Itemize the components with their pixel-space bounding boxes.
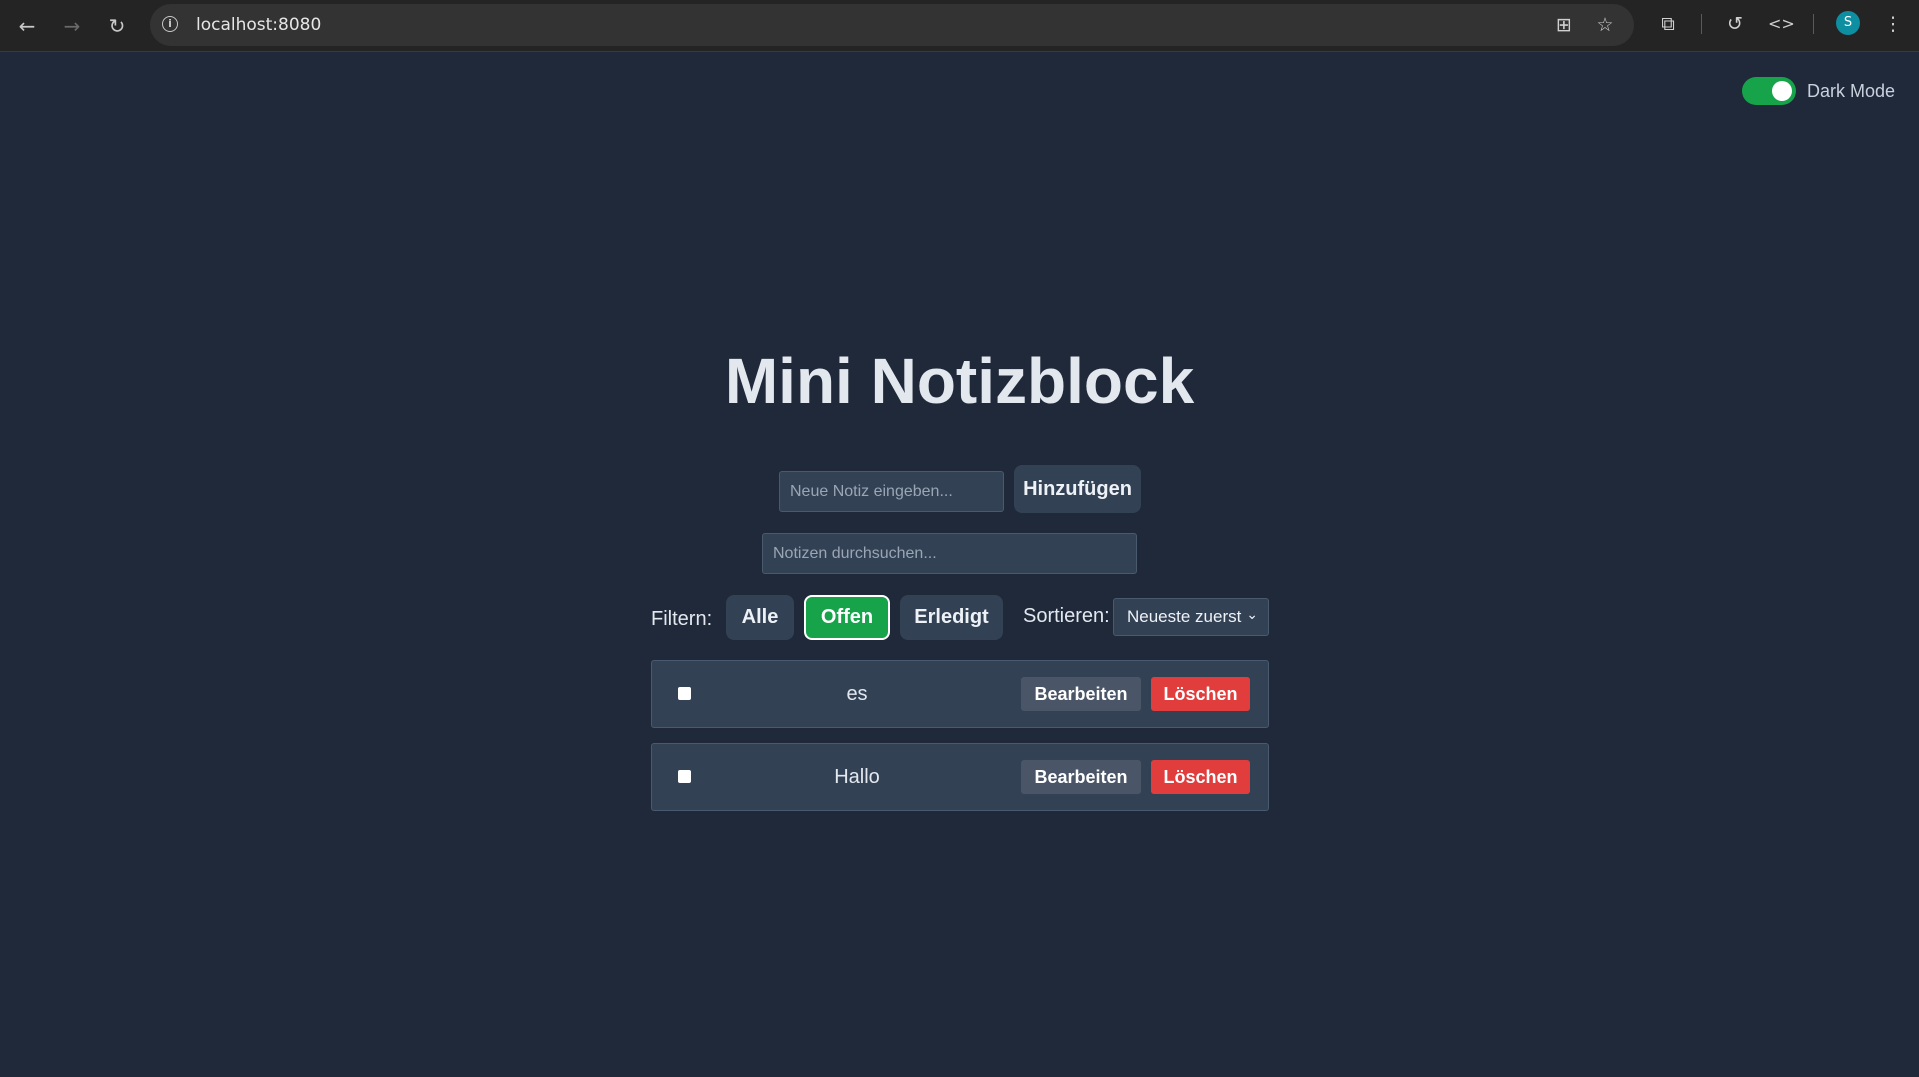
add-note-button[interactable]: Hinzufügen (1014, 465, 1141, 513)
note-item: es Bearbeiten Löschen (651, 660, 1269, 728)
browser-menu-icon[interactable]: ⋮ (1880, 11, 1906, 37)
profile-avatar[interactable]: S (1836, 11, 1860, 35)
note-text: Hallo (834, 766, 880, 788)
note-done-checkbox[interactable] (678, 770, 691, 783)
toolbar-divider (1813, 14, 1814, 34)
url-text[interactable]: localhost:8080 (196, 15, 321, 35)
chevron-down-icon: ⌄ (1246, 607, 1258, 623)
devtools-icon[interactable]: <> (1768, 11, 1795, 37)
history-icon[interactable]: ↺ (1722, 11, 1748, 37)
bookmark-star-icon[interactable]: ☆ (1594, 14, 1616, 36)
delete-note-button[interactable]: Löschen (1151, 760, 1250, 794)
site-info-icon[interactable]: i (162, 16, 178, 32)
note-text: es (846, 683, 868, 705)
edit-note-button[interactable]: Bearbeiten (1021, 677, 1141, 711)
reload-icon[interactable]: ↻ (99, 8, 135, 44)
toggle-knob (1772, 81, 1792, 101)
filter-all-button[interactable]: Alle (726, 595, 794, 640)
note-done-checkbox[interactable] (678, 687, 691, 700)
sort-selected-value: Neueste zuerst (1127, 607, 1242, 626)
search-input[interactable] (762, 533, 1137, 574)
edit-note-button[interactable]: Bearbeiten (1021, 760, 1141, 794)
dark-mode-label: Dark Mode (1807, 80, 1896, 101)
dark-mode-control: Dark Mode (1742, 77, 1895, 105)
sort-label: Sortieren: (1023, 605, 1110, 627)
address-bar[interactable]: i localhost:8080 ⊞ ☆ (150, 4, 1634, 46)
note-item: Hallo Bearbeiten Löschen (651, 743, 1269, 811)
filter-label: Filtern: (651, 608, 713, 630)
browser-toolbar: ← → ↻ i localhost:8080 ⊞ ☆ ⧉ ↺ <> S ⋮ (0, 0, 1919, 52)
toolbar-divider (1701, 14, 1702, 34)
translate-icon[interactable]: ⊞ (1553, 14, 1575, 36)
new-note-input[interactable] (779, 471, 1004, 512)
filter-done-button[interactable]: Erledigt (900, 595, 1003, 640)
sort-select[interactable]: Neueste zuerst ⌄ (1113, 598, 1269, 636)
forward-icon[interactable]: → (54, 8, 90, 44)
page-title: Mini Notizblock (724, 345, 1195, 417)
back-icon[interactable]: ← (9, 8, 45, 44)
filter-open-button[interactable]: Offen (804, 595, 890, 640)
extensions-icon[interactable]: ⧉ (1655, 11, 1681, 37)
dark-mode-toggle[interactable] (1742, 77, 1796, 105)
delete-note-button[interactable]: Löschen (1151, 677, 1250, 711)
